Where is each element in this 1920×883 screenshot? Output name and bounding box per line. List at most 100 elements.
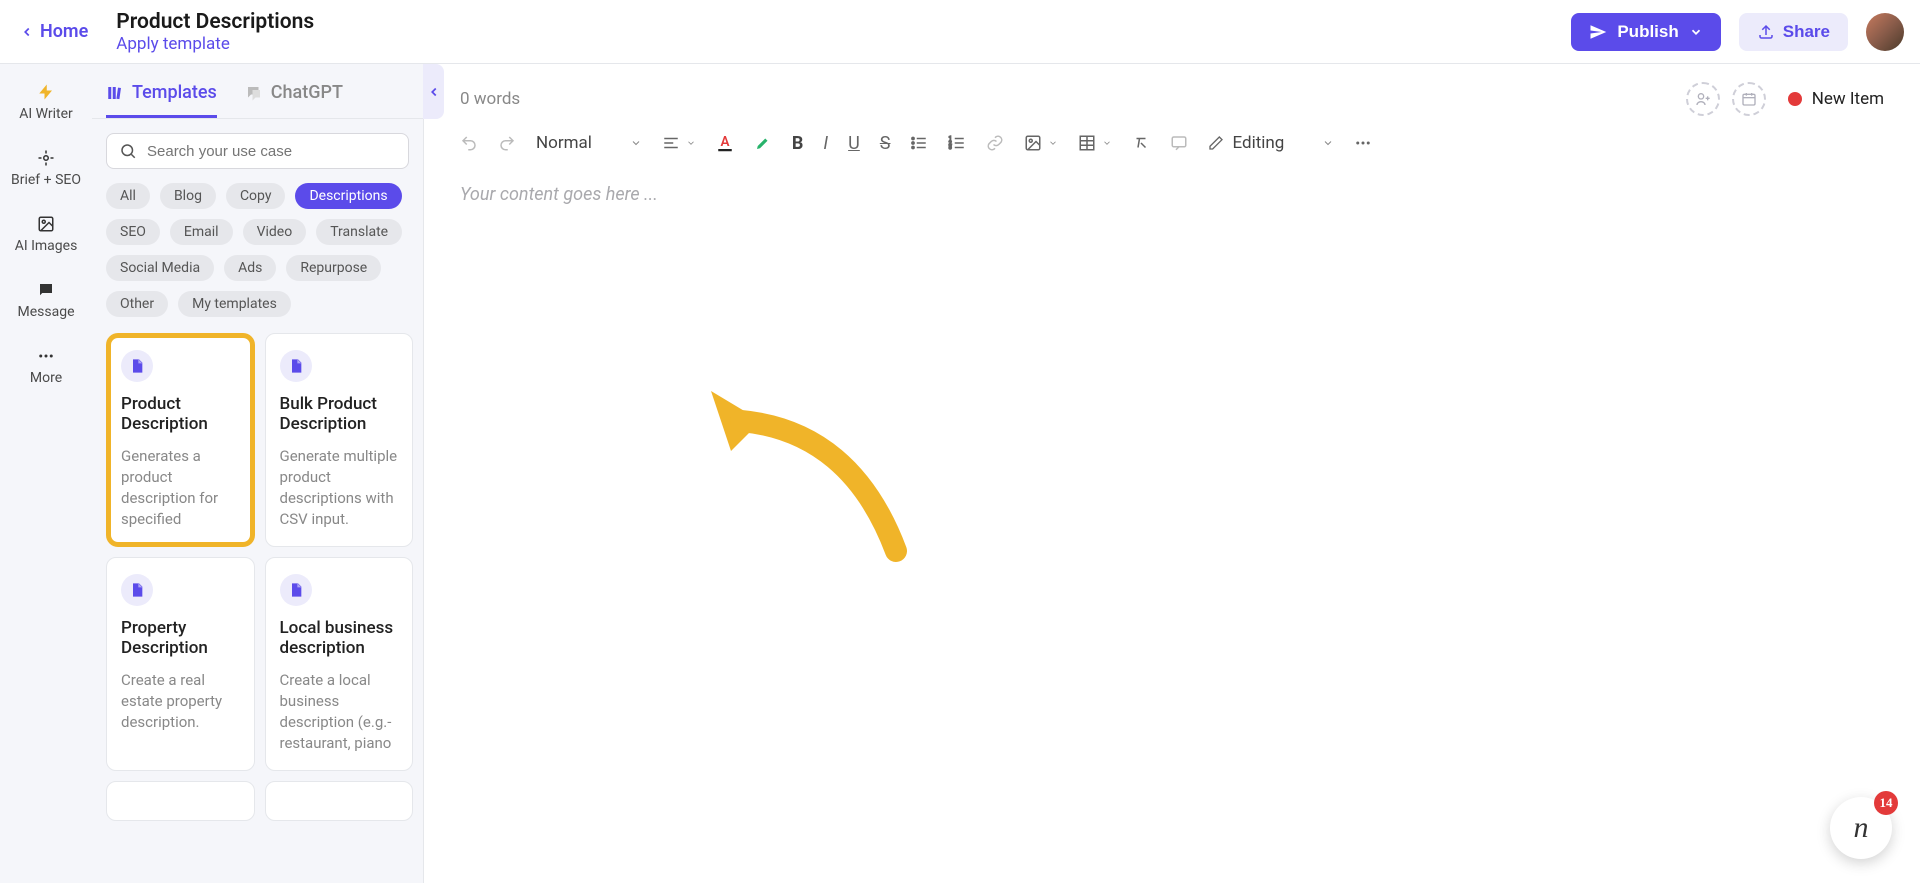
left-rail: AI Writer Brief + SEO AI Images Message … (0, 64, 92, 883)
search-input[interactable] (147, 143, 396, 160)
more-button[interactable] (1354, 134, 1372, 152)
share-button[interactable]: Share (1739, 13, 1848, 51)
status-label: New Item (1812, 89, 1884, 109)
clear-format-button[interactable] (1132, 134, 1150, 152)
rail-brief-seo[interactable]: Brief + SEO (11, 148, 81, 188)
home-label: Home (40, 21, 88, 42)
template-card-property-description[interactable]: Property Description Create a real estat… (106, 557, 255, 771)
notifications-badge: 14 (1874, 791, 1898, 815)
rail-label: AI Writer (19, 106, 73, 122)
filter-all[interactable]: All (106, 183, 150, 209)
panel-tabs: Templates ChatGPT (92, 64, 423, 119)
dots-icon (1354, 134, 1372, 152)
template-card-local-business-description[interactable]: Local business description Create a loca… (265, 557, 414, 771)
apply-template-link[interactable]: Apply template (116, 34, 314, 54)
filter-repurpose[interactable]: Repurpose (286, 255, 381, 281)
user-plus-icon (1695, 91, 1711, 107)
underline-button[interactable]: U (848, 133, 860, 154)
template-card-placeholder[interactable] (265, 781, 414, 821)
undo-button[interactable] (460, 134, 478, 152)
template-card-title: Product Description (121, 394, 240, 434)
template-card-placeholder[interactable] (106, 781, 255, 821)
filter-email[interactable]: Email (170, 219, 233, 245)
chevron-down-icon (630, 137, 642, 149)
italic-button[interactable]: I (823, 133, 828, 154)
publish-button[interactable]: Publish (1571, 13, 1720, 51)
document-icon (280, 574, 312, 606)
numbered-list-button[interactable]: 123 (948, 134, 966, 152)
filter-social-media[interactable]: Social Media (106, 255, 214, 281)
image-button[interactable] (1024, 134, 1058, 152)
rail-label: Message (18, 304, 75, 320)
comment-button[interactable] (1170, 134, 1188, 152)
template-card-bulk-product-description[interactable]: Bulk Product Description Generate multip… (265, 333, 414, 547)
template-card-desc: Generate multiple product descriptions w… (280, 446, 399, 530)
table-button[interactable] (1078, 134, 1112, 152)
editor-body[interactable]: Your content goes here ... (424, 164, 1920, 883)
filter-translate[interactable]: Translate (316, 219, 402, 245)
notifications-fab[interactable]: n 14 (1830, 797, 1892, 859)
template-card-title: Property Description (121, 618, 240, 658)
redo-button[interactable] (498, 134, 516, 152)
bold-button[interactable]: B (792, 133, 804, 154)
chevron-down-icon (1322, 137, 1334, 149)
template-cards-scroll[interactable]: Product Description Generates a product … (92, 331, 423, 883)
page-heading: Product Descriptions Apply template (116, 10, 314, 54)
template-card-product-description[interactable]: Product Description Generates a product … (106, 333, 255, 547)
editor-top: 0 words New Item (424, 64, 1920, 122)
main: AI Writer Brief + SEO AI Images Message … (0, 64, 1920, 883)
template-card-desc: Create a real estate property descriptio… (121, 670, 240, 733)
editor-toolbar: Normal A B I U S 123 Editing (424, 122, 1920, 164)
tab-chatgpt[interactable]: ChatGPT (245, 82, 343, 118)
tab-templates[interactable]: Templates (106, 82, 217, 118)
svg-text:3: 3 (949, 145, 952, 151)
tab-label: Templates (132, 82, 217, 103)
rail-label: More (30, 370, 62, 386)
chevron-left-icon (427, 85, 441, 99)
filter-blog[interactable]: Blog (160, 183, 216, 209)
rail-label: Brief + SEO (11, 172, 81, 188)
filter-my-templates[interactable]: My templates (178, 291, 291, 317)
text-color-button[interactable]: A (716, 132, 734, 154)
target-icon (36, 148, 56, 168)
chevron-down-icon (1048, 138, 1058, 148)
bullet-list-icon (910, 134, 928, 152)
search-box[interactable] (106, 133, 409, 169)
filter-copy[interactable]: Copy (226, 183, 286, 209)
strikethrough-button[interactable]: S (880, 133, 891, 154)
format-select-label: Normal (536, 133, 592, 153)
bolt-icon (36, 82, 56, 102)
redo-icon (498, 134, 516, 152)
collapse-panel-button[interactable] (423, 64, 444, 119)
svg-text:A: A (720, 134, 729, 150)
send-icon (1589, 23, 1607, 41)
highlight-button[interactable] (754, 134, 772, 152)
filter-seo[interactable]: SEO (106, 219, 160, 245)
topbar: Home Product Descriptions Apply template… (0, 0, 1920, 64)
chevron-down-icon (686, 138, 696, 148)
editing-mode-select[interactable]: Editing (1208, 133, 1334, 153)
align-button[interactable] (662, 134, 696, 152)
link-button[interactable] (986, 134, 1004, 152)
filter-video[interactable]: Video (243, 219, 307, 245)
status-dot (1788, 92, 1802, 106)
bullet-list-button[interactable] (910, 134, 928, 152)
chat-icon (245, 84, 263, 102)
filter-other[interactable]: Other (106, 291, 168, 317)
user-avatar[interactable] (1866, 13, 1904, 51)
add-collaborator-button[interactable] (1686, 82, 1720, 116)
filter-ads[interactable]: Ads (224, 255, 276, 281)
status-pill[interactable]: New Item (1788, 89, 1884, 109)
rail-more[interactable]: More (30, 346, 62, 386)
document-icon (121, 350, 153, 382)
search-icon (119, 142, 137, 160)
tab-label: ChatGPT (271, 82, 343, 103)
schedule-button[interactable] (1732, 82, 1766, 116)
home-link[interactable]: Home (14, 15, 94, 48)
rail-ai-images[interactable]: AI Images (15, 214, 78, 254)
filter-descriptions[interactable]: Descriptions (295, 183, 401, 209)
template-card-desc: Create a local business description (e.g… (280, 670, 399, 754)
rail-message[interactable]: Message (18, 280, 75, 320)
format-select[interactable]: Normal (536, 133, 642, 153)
rail-ai-writer[interactable]: AI Writer (19, 82, 73, 122)
